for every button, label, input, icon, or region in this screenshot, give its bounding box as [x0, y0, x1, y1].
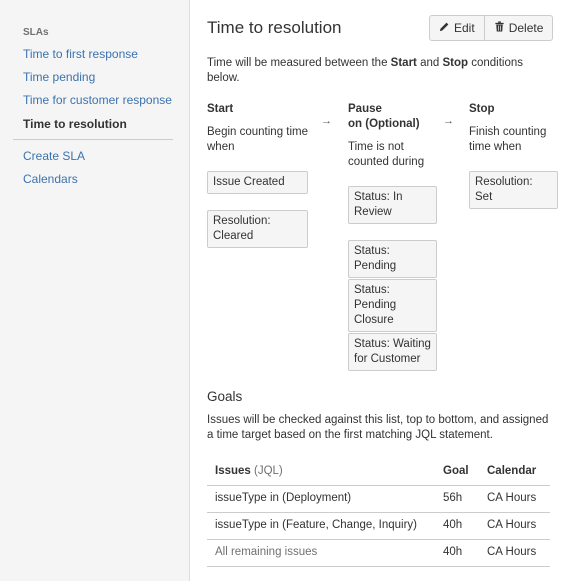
goal-calendar: CA Hours [487, 546, 537, 558]
arrow-start-to-pause: → [321, 115, 332, 127]
sidebar-item-time-to-resolution[interactable]: Time to resolution [23, 117, 127, 131]
goal-calendar: CA Hours [487, 492, 537, 504]
goal-jql: issueType in (Deployment) [215, 492, 352, 504]
edit-button-label: Edit [454, 21, 475, 35]
stop-title: Stop [469, 103, 495, 115]
table-row: issueType in (Deployment) 56h CA Hours [207, 486, 550, 513]
sidebar-heading: SLAs [23, 27, 49, 38]
start-subtitle: Begin counting time when [207, 126, 309, 153]
goals-table-header: Issues (JQL) Goal Calendar [207, 459, 550, 486]
sla-sidebar: SLAs Time to first response Time pending… [0, 0, 190, 581]
sla-detail: Time to resolution Edit Delete Time will… [190, 0, 569, 581]
pause-condition-chip: Status: Pending [348, 240, 437, 278]
table-row: All remaining issues 40h CA Hours [207, 540, 550, 567]
action-buttons: Edit Delete [429, 15, 554, 41]
goal-time: 40h [443, 519, 463, 531]
sidebar-item-time-pending[interactable]: Time pending [23, 70, 95, 84]
pause-condition-chip: Status: In Review [348, 186, 437, 224]
goal-calendar: CA Hours [487, 519, 537, 531]
sidebar-divider [13, 139, 173, 140]
stop-subtitle: Finish counting time when [469, 126, 547, 153]
pause-subtitle: Time is not counted during [348, 141, 425, 168]
start-condition-chip: Resolution: Cleared [207, 210, 308, 248]
create-sla-link[interactable]: Create SLA [23, 149, 85, 163]
goal-column-header: Goal [443, 465, 469, 477]
goal-jql: All remaining issues [215, 546, 318, 558]
table-row: issueType in (Feature, Change, Inquiry) … [207, 513, 550, 540]
page-title: Time to resolution [207, 18, 342, 37]
goal-time: 40h [443, 546, 463, 558]
stop-condition-chip: Resolution: Set [469, 171, 558, 209]
edit-button[interactable]: Edit [430, 16, 484, 40]
pause-condition-chip: Status: Pending Closure [348, 279, 437, 332]
sidebar-item-time-to-first-response[interactable]: Time to first response [23, 47, 138, 61]
calendar-column-header: Calendar [487, 465, 537, 477]
goal-time: 56h [443, 492, 463, 504]
goals-table: Issues (JQL) Goal Calendar issueType in … [207, 459, 550, 567]
start-title: Start [207, 103, 234, 115]
pencil-icon [439, 21, 450, 35]
trash-icon [494, 21, 505, 35]
calendars-link[interactable]: Calendars [23, 172, 78, 186]
goals-heading: Goals [207, 389, 243, 404]
pause-condition-chip: Status: Waiting for Customer [348, 333, 437, 371]
pause-title: Pause on (Optional) [348, 103, 420, 130]
start-condition-chip: Issue Created [207, 171, 308, 194]
delete-button-label: Delete [508, 21, 544, 35]
issues-column-header: Issues (JQL) [215, 465, 283, 477]
goal-jql: issueType in (Feature, Change, Inquiry) [215, 519, 417, 531]
conditions-description: Time will be measured between the Start … [207, 57, 523, 84]
goals-description: Issues will be checked against this list… [207, 414, 549, 441]
sidebar-item-time-for-customer-response[interactable]: Time for customer response [23, 93, 172, 107]
delete-button[interactable]: Delete [483, 16, 553, 40]
arrow-pause-to-stop: → [443, 115, 454, 127]
